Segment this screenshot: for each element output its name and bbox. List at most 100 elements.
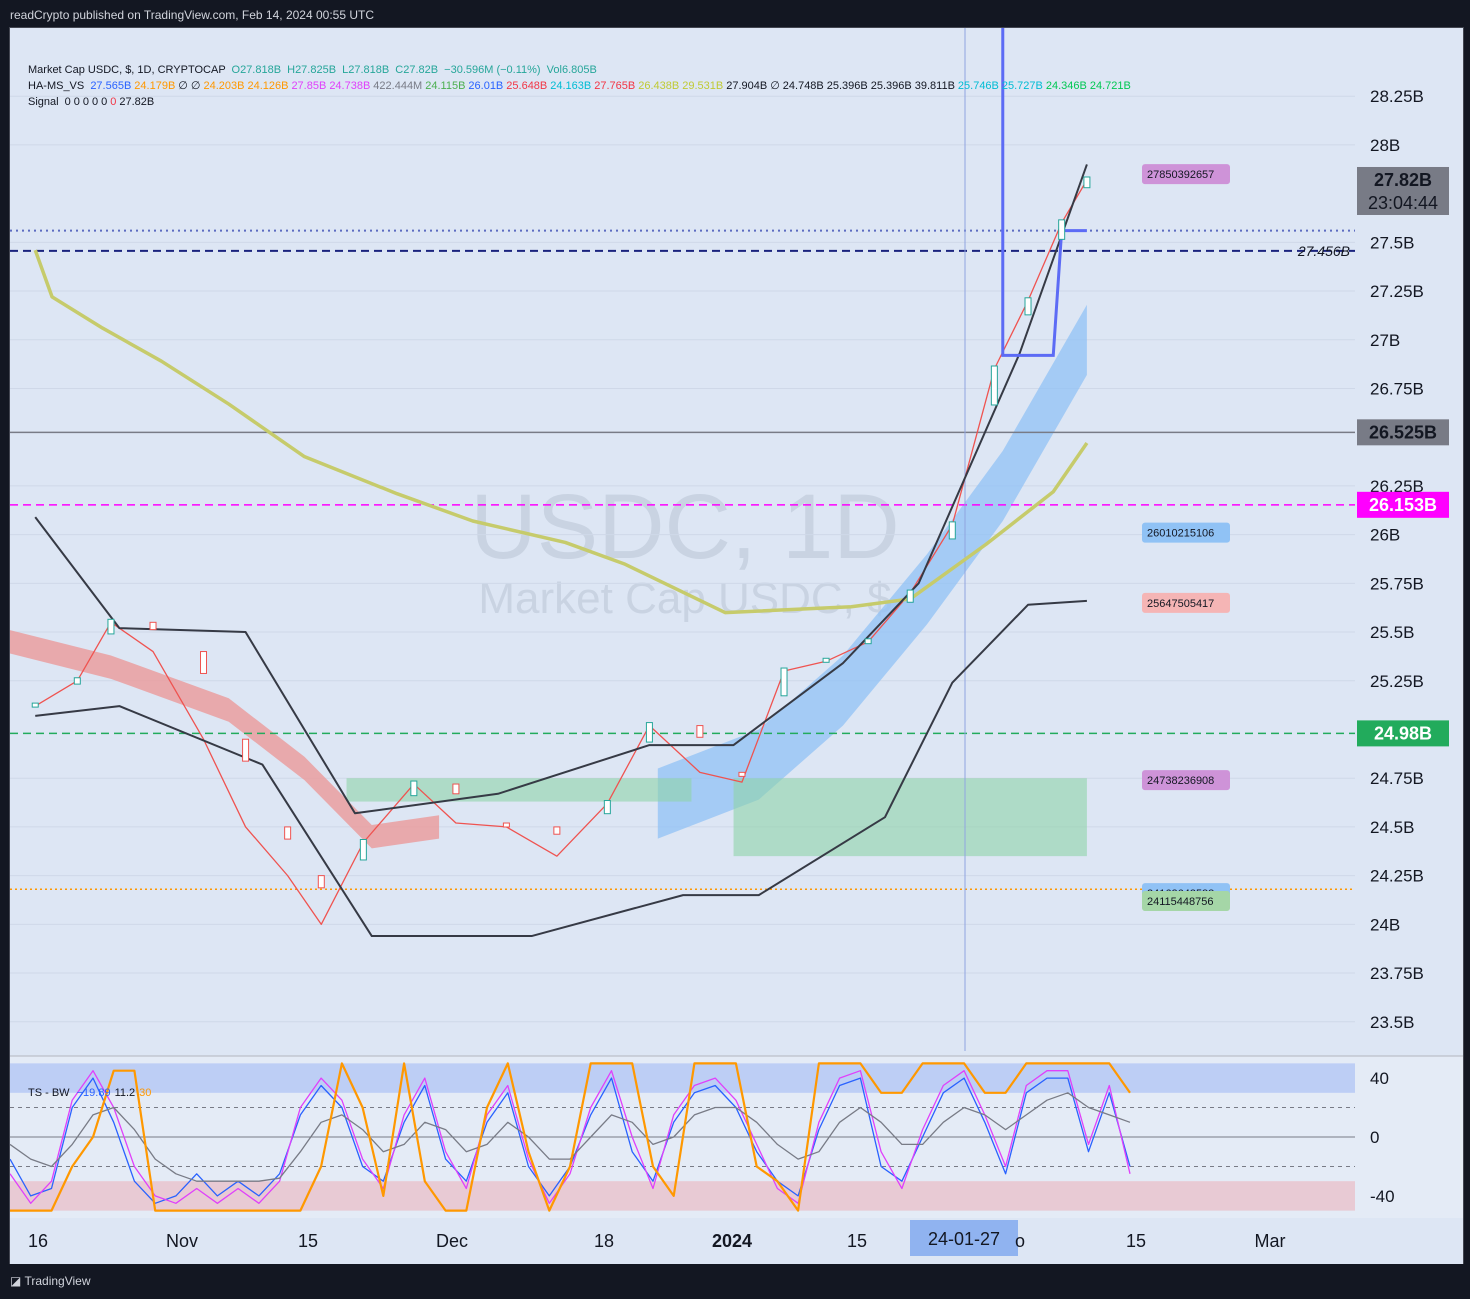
candle-marker (502, 822, 510, 828)
candle-marker (822, 657, 830, 663)
legend-high: H27.825B (287, 64, 337, 76)
y-tick-label: 25.75B (1370, 574, 1424, 593)
x-axis[interactable]: 16 Nov 15 Dec 18 2024 15 24-01-27 o 15 Mar (28, 1220, 1286, 1256)
candle-marker (696, 725, 704, 738)
tradingview-logo-icon: ◪ (10, 1274, 25, 1288)
candle-marker (738, 771, 746, 777)
legend-ha-value: ∅ (770, 80, 780, 92)
tradingview-logo[interactable]: ◪ TradingView (10, 1274, 91, 1288)
y-tick-label: 25.25B (1370, 672, 1424, 691)
legend-signal-label: Signal (28, 96, 59, 108)
legend-signal-value: 0 (101, 96, 108, 108)
y-axis[interactable]: 28.25B28B27.5B27.25B27B26.75B26.25B26B25… (1370, 87, 1424, 1032)
legend-ha-value: 24.126B (247, 80, 289, 92)
y-tick-label: 24.25B (1370, 867, 1424, 886)
x-tick-label: 15 (847, 1231, 867, 1251)
candle-marker (284, 826, 292, 840)
candle-marker (452, 783, 460, 795)
osc-name: TS - BW (28, 1087, 70, 1099)
candle-marker (1083, 176, 1091, 189)
price-tag-time: 23:04:44 (1368, 193, 1438, 213)
legend-ha-value: 25.746B (957, 80, 999, 92)
candle-marker (31, 702, 39, 708)
legend-ha-value: 24.163B (550, 80, 592, 92)
osc-y-tick-label: -40 (1370, 1187, 1395, 1206)
legend-ha-value: 27.765B (594, 80, 636, 92)
y-tick-label: 24B (1370, 915, 1400, 934)
candle-marker (906, 589, 914, 603)
candle-marker (990, 365, 998, 406)
candle-marker (864, 638, 872, 645)
legend-ha-value: 25.648B (506, 80, 548, 92)
x-tick-label: Dec (436, 1231, 468, 1251)
legend-ha-value: 39.811B (914, 80, 955, 92)
x-tick-label: 15 (1126, 1231, 1146, 1251)
watermark: USDC, 1D Market Cap USDC, $ (470, 476, 899, 623)
price-tag-value: 26.525B (1369, 422, 1437, 442)
watermark-title: USDC, 1D (470, 476, 899, 578)
line-label-text: 24115448756 (1147, 896, 1213, 908)
line-label-text: 24738236908 (1147, 775, 1214, 787)
y-tick-label: 23.75B (1370, 964, 1424, 983)
chart-svg[interactable]: USDC, 1D Market Cap USDC, $ 27.456B 2785… (10, 28, 1463, 1264)
x-crosshair-label: 24-01-27 (928, 1229, 1000, 1249)
legend-ha-value: 26.01B (468, 80, 504, 92)
publisher-text: readCrypto published on TradingView.com,… (10, 8, 374, 22)
candle-marker (553, 826, 561, 835)
legend-ha-value: ∅ (190, 80, 201, 92)
candle-marker (645, 722, 653, 743)
legend-ha-value: 29.531B (682, 80, 724, 92)
legend-ha-value: 25.396B (870, 80, 912, 92)
legend-open: O27.818B (231, 64, 282, 76)
legend-ha-value: 422.444M (373, 80, 423, 92)
y-tick-label: 27.25B (1370, 282, 1424, 301)
legend-ha-value: 24.738B (329, 80, 371, 92)
y-tick-label: 27.5B (1370, 233, 1414, 252)
legend-change: −30.596M (−0.11%) (444, 64, 541, 76)
candle-marker (107, 618, 115, 635)
candle-marker (1024, 297, 1032, 316)
overbought-zone (10, 1063, 1355, 1093)
watermark-subtitle: Market Cap USDC, $ (478, 574, 891, 623)
candle-marker (603, 800, 611, 815)
line-label-text: 26010215106 (1147, 528, 1214, 540)
legend-ha-value: 27.904B (726, 80, 768, 92)
candle-marker (317, 875, 325, 889)
line-label-text: 27850392657 (1147, 169, 1214, 181)
legend-ha-value: ∅ (178, 80, 188, 92)
legend-ha-value: 24.179B (134, 80, 176, 92)
legend-signal-value: 0 (110, 96, 117, 108)
candle-marker (359, 839, 367, 861)
oscillator-pane: 40 0 -40 (10, 1055, 1463, 1218)
legend-ha-value: 24.115B (425, 80, 466, 92)
legend-close: C27.82B (395, 64, 439, 76)
y-tick-label: 26B (1370, 526, 1400, 545)
chart-panel[interactable]: USDC, 1D Market Cap USDC, $ 27.456B 2785… (9, 27, 1464, 1265)
price-tag-value: 26.153B (1369, 495, 1437, 515)
legend-ha-value: 24.203B (203, 80, 245, 92)
oscillator-legend[interactable]: TS - BW −19.89 11.2 30 (28, 1087, 151, 1099)
legend-ha-value: 25.727B (1001, 80, 1043, 92)
x-tick-label: 2024 (712, 1231, 752, 1251)
legend-main-row[interactable]: Market Cap USDC, $, 1D, CRYPTOCAP O27.81… (28, 62, 1131, 78)
candle-marker (780, 667, 788, 697)
legend-ha-value: 26.438B (638, 80, 680, 92)
legend-signal-value: 0 (92, 96, 99, 108)
oversold-zone (10, 1181, 1355, 1211)
legend-ha-row[interactable]: HA-MS_VS 27.565B 24.179B ∅ ∅ 24.203B 24.126B 2… (28, 78, 1131, 94)
y-tick-label: 26.75B (1370, 379, 1424, 398)
legend-signal-value: 0 (73, 96, 80, 108)
candle-marker (1058, 219, 1066, 240)
osc-legend-value: 11.2 (114, 1087, 136, 1099)
y-tick-label: 24.75B (1370, 769, 1424, 788)
y-tick-label: 24.5B (1370, 818, 1414, 837)
legend-signal-value: 27.82B (119, 96, 155, 108)
price-tag-value: 24.98B (1374, 723, 1432, 743)
tradingview-logo-text: TradingView (24, 1274, 91, 1288)
y-tick-label: 23.5B (1370, 1013, 1414, 1032)
legend-signal-row[interactable]: Signal 0 0 0 0 0 0 27.82B (28, 94, 1131, 110)
y-tick-label: 28.25B (1370, 87, 1424, 106)
candle-marker (149, 621, 157, 631)
red-band (10, 630, 440, 849)
candle-marker (948, 521, 956, 540)
